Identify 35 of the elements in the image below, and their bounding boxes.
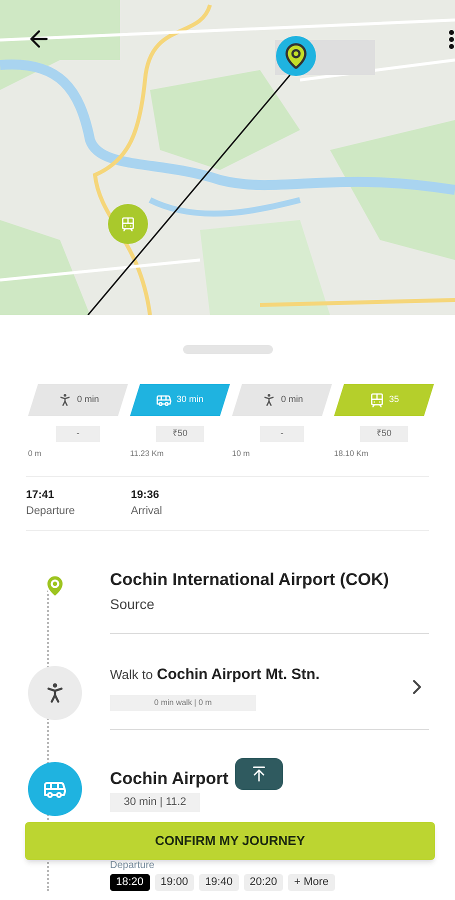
- departure-time-chip[interactable]: 19:00: [154, 874, 194, 890]
- upload-arrow-icon: [250, 764, 268, 782]
- distance-text: 0 m: [28, 448, 42, 460]
- drag-handle[interactable]: [182, 345, 272, 354]
- bus-info-chip: 30 min | 11.2: [110, 793, 200, 812]
- departure-label: Departure: [110, 860, 156, 872]
- distance-text: 18.10 Km: [334, 448, 368, 460]
- time-text: 19:36: [130, 488, 160, 502]
- fare-chip: -: [260, 426, 304, 442]
- fare-chip: ₹50: [360, 426, 408, 442]
- stop-title: Cochin International Airport (COK): [110, 568, 389, 590]
- menu-icon: [449, 30, 454, 49]
- time-text: 17:41: [26, 488, 56, 502]
- distance-text: 11.23 Km: [130, 448, 164, 460]
- menu-button[interactable]: [449, 30, 454, 49]
- walk-info-chip: 0 min walk | 0 m: [110, 694, 256, 710]
- distance-text: 10 m: [232, 448, 250, 460]
- departure-time-chip[interactable]: 19:40: [199, 874, 239, 890]
- time-label: Arrival: [130, 504, 162, 519]
- departure-time-chip[interactable]: + More: [288, 874, 335, 890]
- route-segment[interactable]: 0 min: [232, 384, 332, 416]
- departure-time-chip[interactable]: 18:20: [110, 874, 150, 890]
- walk-prefix: Walk to: [110, 666, 153, 684]
- stop-subtitle: Source: [110, 595, 156, 614]
- stop-title: Cochin Airport: [110, 768, 228, 790]
- fare-chip: -: [56, 426, 100, 442]
- train-icon: [120, 216, 136, 232]
- time-label: Departure: [26, 504, 75, 519]
- fare-chip: ₹50: [156, 426, 204, 442]
- route-segment[interactable]: 0 min: [28, 384, 128, 416]
- train-icon: [368, 392, 385, 408]
- confirm-button[interactable]: CONFIRM MY JOURNEY: [25, 822, 435, 860]
- departure-time-chip[interactable]: 20:20: [244, 874, 284, 890]
- stop-title: Cochin Airport Mt. Stn.: [156, 665, 320, 685]
- scroll-up-button[interactable]: [235, 758, 283, 790]
